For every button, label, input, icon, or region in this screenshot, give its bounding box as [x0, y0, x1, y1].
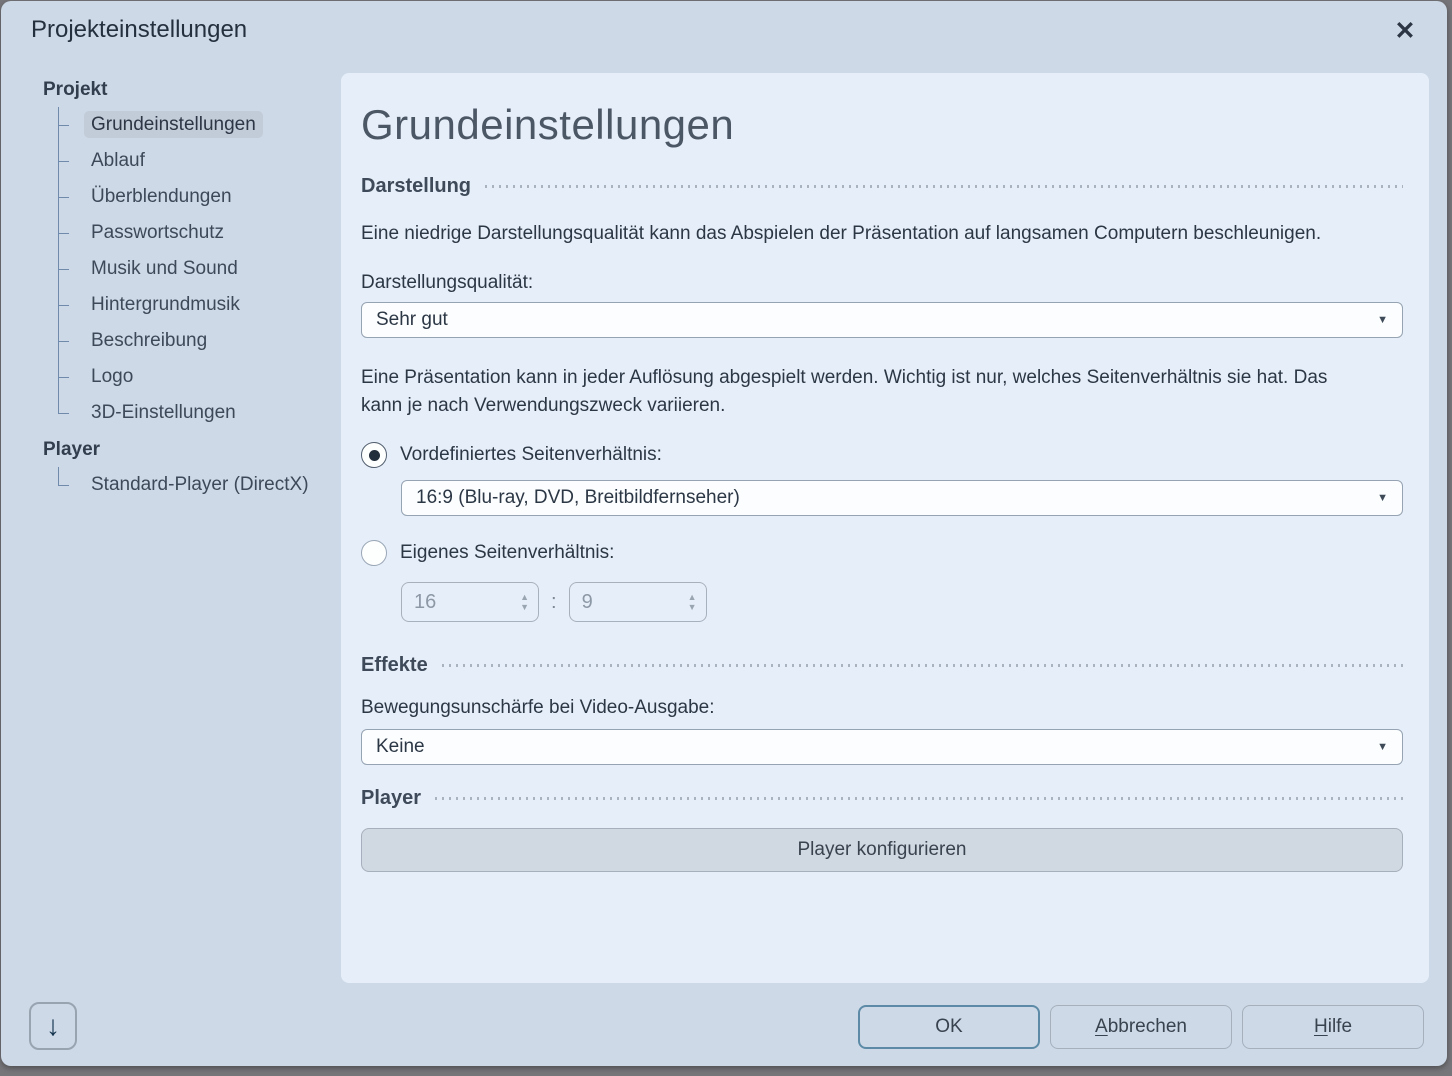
collapse-dialog-button[interactable]: ↓	[29, 1002, 77, 1050]
predefined-aspect-dropdown[interactable]: 16:9 (Blu-ray, DVD, Breitbildfernseher) …	[401, 480, 1403, 516]
dialog-action-buttons: OK Abbrechen Hilfe	[858, 1005, 1424, 1049]
section-divider	[485, 185, 1403, 188]
chevron-down-icon: ▼	[1377, 315, 1388, 326]
sidebar-item-ueberblendungen[interactable]: Überblendungen	[58, 179, 341, 215]
quality-label: Darstellungsqualität:	[361, 272, 1403, 294]
quality-dropdown[interactable]: Sehr gut ▼	[361, 302, 1403, 338]
section-effekte-label: Effekte	[361, 654, 428, 677]
page-title: Grundeinstellungen	[361, 101, 1403, 149]
chevron-down-icon: ▼	[1377, 493, 1388, 504]
sidebar-item-beschreibung[interactable]: Beschreibung	[58, 323, 341, 359]
stepper-down-icon[interactable]: ▼	[520, 603, 529, 612]
configure-player-button[interactable]: Player konfigurieren	[361, 828, 1403, 872]
close-icon[interactable]: ✕	[1389, 15, 1421, 47]
sidebar-group-projekt: Projekt	[43, 73, 341, 107]
section-divider	[442, 664, 1403, 667]
sidebar-item-ablauf[interactable]: Ablauf	[58, 143, 341, 179]
stepper-up-icon[interactable]: ▲	[688, 593, 697, 602]
sidebar-group-player: Player	[43, 433, 341, 467]
motion-blur-dropdown[interactable]: Keine ▼	[361, 729, 1403, 765]
projekt-tree: Grundeinstellungen Ablauf Überblendungen…	[58, 107, 341, 431]
title-bar: Projekteinstellungen ✕	[1, 1, 1447, 65]
ok-button[interactable]: OK	[858, 1005, 1040, 1049]
aspect-width-stepper[interactable]: 16 ▲ ▼	[401, 582, 539, 622]
section-darstellung-label: Darstellung	[361, 175, 471, 198]
ratio-separator: :	[551, 591, 557, 614]
stepper-up-icon[interactable]: ▲	[520, 593, 529, 602]
help-button[interactable]: Hilfe	[1242, 1005, 1424, 1049]
sidebar-item-hintergrundmusik[interactable]: Hintergrundmusik	[58, 287, 341, 323]
custom-aspect-radio[interactable]	[361, 540, 387, 566]
custom-aspect-radio-row[interactable]: Eigenes Seitenverhältnis:	[361, 540, 1403, 566]
down-arrow-icon: ↓	[46, 1010, 60, 1042]
section-effekte: Effekte	[361, 654, 1403, 677]
custom-aspect-label: Eigenes Seitenverhältnis:	[400, 542, 614, 564]
predefined-aspect-radio[interactable]	[361, 442, 387, 468]
section-divider	[435, 797, 1403, 800]
section-darstellung: Darstellung	[361, 175, 1403, 198]
stepper-arrows[interactable]: ▲ ▼	[688, 593, 697, 612]
project-settings-dialog: Projekteinstellungen ✕ Projekt Grundeins…	[1, 1, 1447, 1066]
desktop-backdrop: Projekteinstellungen ✕ Projekt Grundeins…	[0, 0, 1452, 1076]
sidebar-item-standard-player[interactable]: Standard-Player (DirectX)	[58, 467, 341, 503]
sidebar-item-3d-einstellungen[interactable]: 3D-Einstellungen	[58, 395, 341, 431]
predefined-aspect-label: Vordefiniertes Seitenverhältnis:	[400, 444, 662, 466]
player-tree: Standard-Player (DirectX)	[58, 467, 341, 503]
predefined-aspect-value: 16:9 (Blu-ray, DVD, Breitbildfernseher)	[416, 487, 740, 509]
custom-aspect-inputs: 16 ▲ ▼ : 9 ▲ ▼	[401, 582, 1403, 622]
aspect-height-value: 9	[582, 591, 593, 614]
settings-content-panel: Grundeinstellungen Darstellung Eine nied…	[341, 73, 1429, 983]
predefined-aspect-radio-row[interactable]: Vordefiniertes Seitenverhältnis:	[361, 442, 1403, 468]
sidebar-item-logo[interactable]: Logo	[58, 359, 341, 395]
stepper-down-icon[interactable]: ▼	[688, 603, 697, 612]
window-title: Projekteinstellungen	[31, 16, 247, 44]
aspect-height-stepper[interactable]: 9 ▲ ▼	[569, 582, 707, 622]
settings-nav-sidebar: Projekt Grundeinstellungen Ablauf Überbl…	[1, 73, 341, 976]
quality-intro-text: Eine niedrige Darstellungsqualität kann …	[361, 220, 1371, 248]
motion-blur-value: Keine	[376, 736, 425, 758]
aspect-intro-text: Eine Präsentation kann in jeder Auflösun…	[361, 364, 1371, 420]
cancel-button[interactable]: Abbrechen	[1050, 1005, 1232, 1049]
section-player-label: Player	[361, 787, 421, 810]
stepper-arrows[interactable]: ▲ ▼	[520, 593, 529, 612]
sidebar-item-grundeinstellungen[interactable]: Grundeinstellungen	[58, 107, 341, 143]
chevron-down-icon: ▼	[1377, 742, 1388, 753]
aspect-width-value: 16	[414, 591, 436, 614]
sidebar-item-musik-und-sound[interactable]: Musik und Sound	[58, 251, 341, 287]
section-player: Player	[361, 787, 1403, 810]
quality-dropdown-value: Sehr gut	[376, 309, 448, 331]
sidebar-item-passwortschutz[interactable]: Passwortschutz	[58, 215, 341, 251]
motion-blur-label: Bewegungsunschärfe bei Video-Ausgabe:	[361, 697, 1403, 719]
